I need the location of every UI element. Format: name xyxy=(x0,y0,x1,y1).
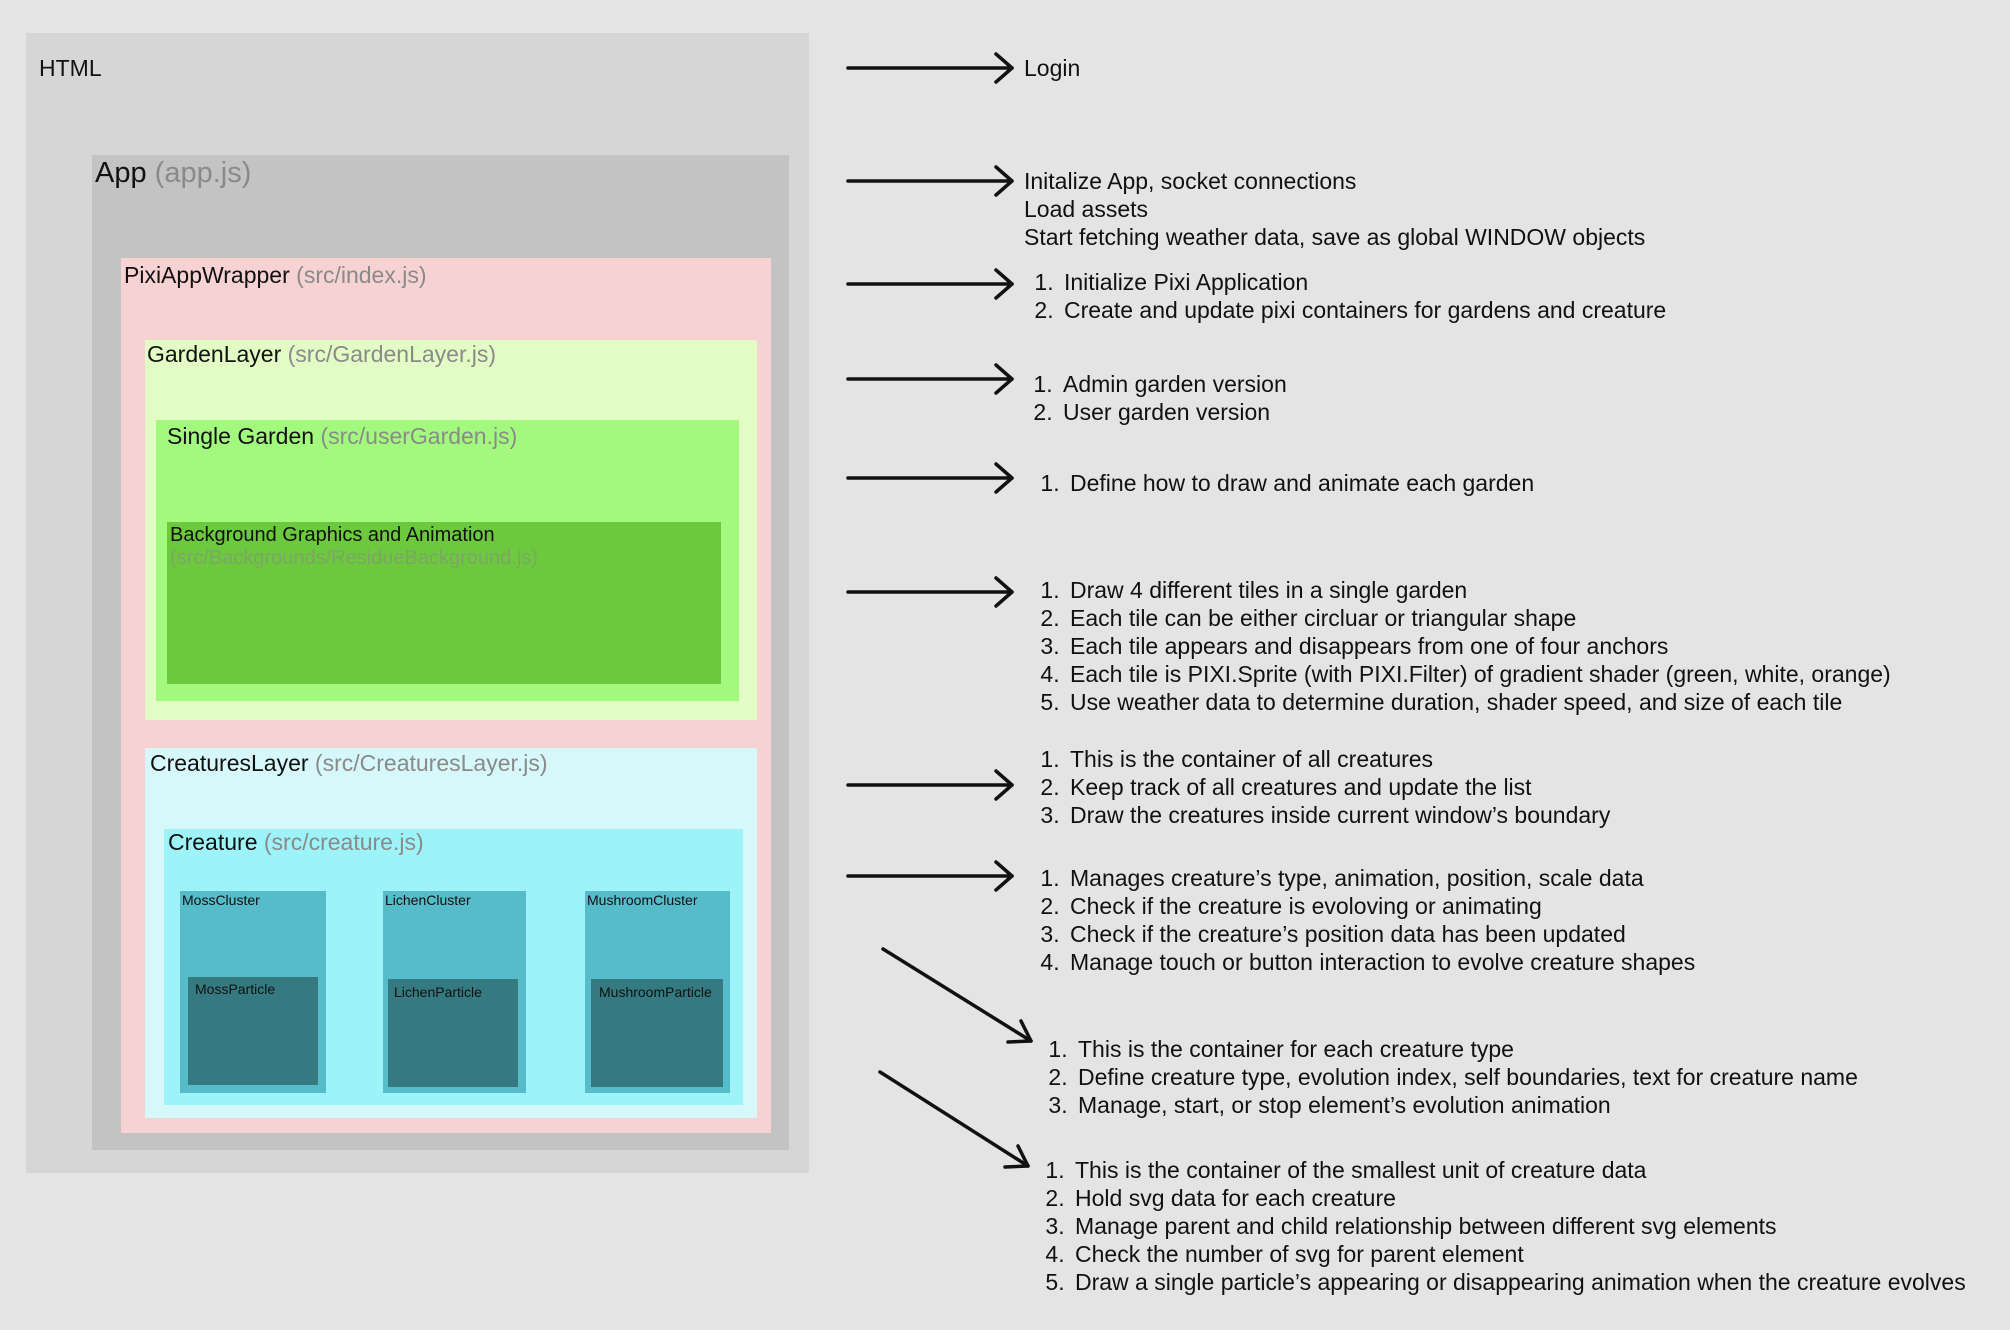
arrow-background xyxy=(846,576,1014,608)
note-single-garden: Define how to draw and animate each gard… xyxy=(1032,469,1534,497)
note-item: Draw the creatures inside current window… xyxy=(1066,801,1610,829)
note-item: Keep track of all creatures and update t… xyxy=(1066,773,1610,801)
note-pixi-wrapper: Initialize Pixi Application Create and u… xyxy=(1026,268,1666,324)
arrow-creatures-layer xyxy=(846,769,1014,801)
note-item: Hold svg data for each creature xyxy=(1071,1184,1966,1212)
note-item: Manage touch or button interaction to ev… xyxy=(1066,948,1695,976)
note-item: Define creature type, evolution index, s… xyxy=(1074,1063,1858,1091)
note-app-line: Start fetching weather data, save as glo… xyxy=(1024,224,1646,250)
arrow-single-garden xyxy=(846,462,1014,494)
note-item: This is the container of all creatures xyxy=(1066,745,1610,773)
arrow-garden-layer xyxy=(846,363,1014,395)
note-cluster: This is the container for each creature … xyxy=(1040,1035,1858,1119)
note-item: Check if the creature is evoloving or an… xyxy=(1066,892,1695,920)
note-item: Each tile is PIXI.Sprite (with PIXI.Filt… xyxy=(1066,660,1891,688)
note-item: Check if the creature’s position data ha… xyxy=(1066,920,1695,948)
note-login-text: Login xyxy=(1024,55,1081,81)
note-item: Draw 4 different tiles in a single garde… xyxy=(1066,576,1891,604)
note-garden-layer: Admin garden version User garden version xyxy=(1025,370,1287,426)
note-item: Each tile appears and disappears from on… xyxy=(1066,632,1891,660)
note-background: Draw 4 different tiles in a single garde… xyxy=(1032,576,1891,716)
note-item: Create and update pixi containers for ga… xyxy=(1060,296,1666,324)
note-particle: This is the container of the smallest un… xyxy=(1037,1156,1966,1296)
note-item: Admin garden version xyxy=(1059,370,1287,398)
arrow-creature xyxy=(846,860,1014,892)
note-item: This is the container for each creature … xyxy=(1074,1035,1858,1063)
note-item: Manage parent and child relationship bet… xyxy=(1071,1212,1966,1240)
note-item: Use weather data to determine duration, … xyxy=(1066,688,1891,716)
note-creatures-layer: This is the container of all creatures K… xyxy=(1032,745,1610,829)
note-item: Manage, start, or stop element’s evoluti… xyxy=(1074,1091,1858,1119)
note-item: Define how to draw and animate each gard… xyxy=(1066,469,1534,497)
note-app-line: Initalize App, socket connections xyxy=(1024,168,1357,194)
note-item: This is the container of the smallest un… xyxy=(1071,1156,1966,1184)
note-item: User garden version xyxy=(1059,398,1287,426)
note-item: Each tile can be either circluar or tria… xyxy=(1066,604,1891,632)
arrow-app xyxy=(846,165,1014,197)
arrow-login xyxy=(846,52,1014,84)
note-item: Check the number of svg for parent eleme… xyxy=(1071,1240,1966,1268)
note-item: Initialize Pixi Application xyxy=(1060,268,1666,296)
arrow-particle xyxy=(878,1070,1030,1169)
note-app: Initalize App, socket connections Load a… xyxy=(1024,167,1645,251)
arrow-pixi-wrapper xyxy=(846,268,1014,300)
arrow-cluster xyxy=(881,947,1033,1044)
note-app-line: Load assets xyxy=(1024,196,1149,222)
note-creature: Manages creature’s type, animation, posi… xyxy=(1032,864,1695,976)
note-login: Login xyxy=(1024,54,1080,82)
note-item: Manages creature’s type, animation, posi… xyxy=(1066,864,1695,892)
note-item: Draw a single particle’s appearing or di… xyxy=(1071,1268,1966,1296)
